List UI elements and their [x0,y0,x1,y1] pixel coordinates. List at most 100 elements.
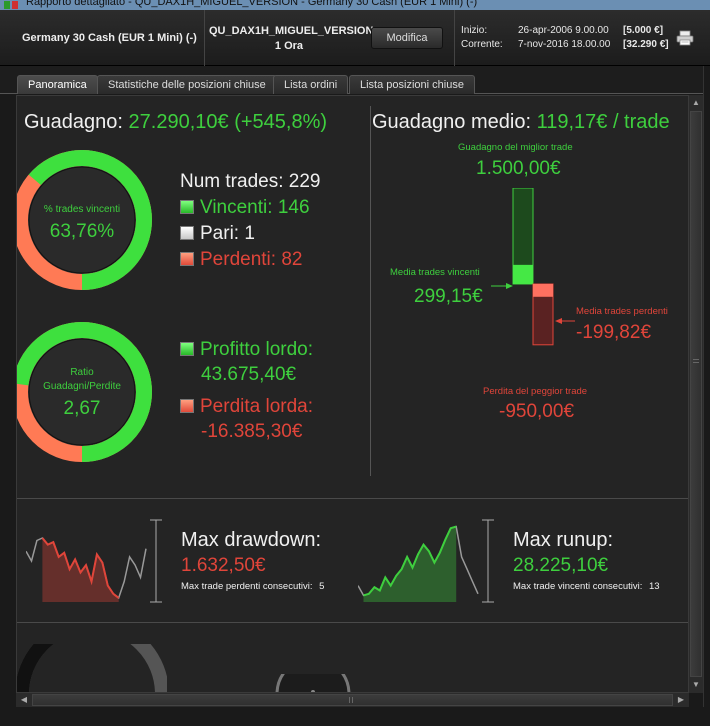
avg-loss-label: Media trades perdenti [576,306,668,317]
start-row: Inizio: 26-apr-2006 9.00.00 [5.000 €] [461,25,671,39]
gross-loss-legend-square [180,399,194,413]
losers-value: 82 [281,249,303,270]
horizontal-scroll-thumb[interactable] [32,694,673,706]
avg-win-arrow-icon [491,283,513,289]
start-date: 26-apr-2006 9.00.00 [518,25,609,36]
even-legend-square [180,226,194,240]
worst-trade-value: -950,00€ [499,401,575,422]
average-gain-value: 119,17€ / trade [536,111,670,133]
avg-loss-arrow-icon [555,318,575,324]
runup-value: 28.225,10€ [513,555,609,576]
gain-value: 27.290,10€ (+545,8%) [128,111,328,133]
profit-loss-ratio-ring [17,322,152,462]
tab-overview[interactable]: Panoramica [17,75,98,94]
current-label: Corrente: [461,39,503,50]
drawdown-consecutive: Max trade perdenti consecutivi: 5 [181,581,324,592]
gross-profit-label: Profitto lordo: [200,339,313,360]
window-edge [703,66,710,726]
grip-icon [693,359,699,363]
winners-row: Vincenti: 146 [180,197,310,219]
even-row: Pari: 1 [180,223,255,245]
scroll-down-arrow-icon[interactable]: ▼ [690,679,702,691]
gain-label: Guadagno: [24,111,123,133]
gain-title: Guadagno: 27.290,10€ (+545,8%) [24,111,327,134]
drawdown-consecutive-value: 5 [319,581,325,592]
runup-consecutive-label: Max trade vincenti consecutivi: [513,581,643,592]
app-icon [4,1,10,9]
tab-closed-position-list[interactable]: Lista posizioni chiuse [349,75,475,94]
drawdown-value: 1.632,50€ [181,555,266,576]
drawdown-consecutive-label: Max trade perdenti consecutivi: [181,581,313,592]
even-label: Pari: [200,223,240,244]
gross-profit-legend-square [180,342,194,356]
scroll-up-arrow-icon[interactable]: ▲ [690,97,702,109]
average-gain-label: Guadagno medio: [372,111,532,133]
num-trades-value: 229 [288,171,321,192]
partial-gauge-right [275,674,351,692]
best-trade-value: 1.500,00€ [476,158,561,179]
ratio-value: 2,67 [63,398,101,419]
best-trade-label: Guadagno del miglior trade [458,142,573,153]
win-rate-label: % trades vincenti [43,204,121,215]
tab-order-list[interactable]: Lista ordini [273,75,349,94]
instrument-name: Germany 30 Cash (EUR 1 Mini) (-) [0,10,205,66]
scroll-right-arrow-icon[interactable]: ▶ [675,694,687,706]
worst-trade-label: Perdita del peggior trade [483,386,588,397]
ratio-label-line2: Guadagni/Perdite [43,381,121,392]
losers-legend-square [180,252,194,266]
current-row: Corrente: 7-nov-2016 18.00.00 [32.290 €] [461,39,671,53]
runup-chart [358,519,494,603]
win-rate-value: 63,76% [49,221,115,242]
vertical-scroll-thumb[interactable] [690,111,702,677]
gross-loss-row: Perdita lorda: [180,396,313,418]
avg-win-label: Media trades vincenti [390,267,480,278]
scroll-left-arrow-icon[interactable]: ◀ [18,694,30,706]
even-value: 1 [244,223,255,244]
drawdown-title: Max drawdown: [181,529,322,551]
losers-label: Perdenti: [200,249,277,270]
app-icon-secondary [12,1,18,9]
avg-loss-value: -199,82€ [576,322,652,343]
winners-label: Vincenti: [200,197,273,218]
print-icon[interactable] [676,30,694,46]
average-gain-title: Guadagno medio: 119,17€ / trade [372,111,670,134]
winners-legend-square [180,200,194,214]
section-divider [370,106,371,476]
grip-icon-horizontal [349,697,353,703]
vertical-scrollbar[interactable]: ▲ ▼ [689,95,703,693]
period-info: Inizio: 26-apr-2006 9.00.00 [5.000 €] Co… [455,10,669,66]
gross-loss-label: Perdita lorda: [200,396,314,417]
runup-consecutive: Max trade vincenti consecutivi: 13 [513,581,660,592]
strategy-info: QU_DAX1H_MIGUEL_VERSION 1 Ora Modifica [205,10,455,66]
avg-win-bar [513,264,533,284]
strategy-name: QU_DAX1H_MIGUEL_VERSION [209,25,374,37]
ratio-label-line1: Ratio [70,367,94,378]
runup-consecutive-value: 13 [649,581,660,592]
losers-row: Perdenti: 82 [180,249,302,271]
num-trades: Num trades: 229 [180,171,320,193]
report-header: Germany 30 Cash (EUR 1 Mini) (-) QU_DAX1… [0,10,710,66]
horizontal-scrollbar[interactable]: ◀ ▶ [16,693,689,707]
timeframe: 1 Ora [274,40,304,52]
win-rate-ring [17,150,152,290]
start-value: [5.000 €] [623,25,664,36]
window-title-bar: Rapporto dettagliato - QU_DAX1H_MIGUEL_V… [0,0,710,10]
winners-value: 146 [277,197,310,218]
current-value: [32.290 €] [623,39,669,50]
overview-panel: Guadagno: 27.290,10€ (+545,8%) % trades … [16,95,689,693]
window-bottom-edge [0,707,710,726]
row-divider-2 [17,622,688,623]
row-divider-1 [17,498,688,499]
current-date: 7-nov-2016 18.00.00 [518,39,611,50]
modify-button[interactable]: Modifica [371,27,443,49]
avg-loss-bar [533,284,553,297]
avg-win-value: 299,15€ [414,286,483,307]
partial-gauge-left [17,644,167,692]
runup-title: Max runup: [513,529,614,551]
gross-profit-value: 43.675,40€ [201,364,297,385]
window-title: Rapporto dettagliato - QU_DAX1H_MIGUEL_V… [26,0,478,8]
tab-closed-position-stats[interactable]: Statistiche delle posizioni chiuse [97,75,277,94]
gross-loss-value: -16.385,30€ [201,421,303,442]
drawdown-chart [26,519,162,603]
tab-bar: Panoramica Statistiche delle posizioni c… [0,66,710,94]
